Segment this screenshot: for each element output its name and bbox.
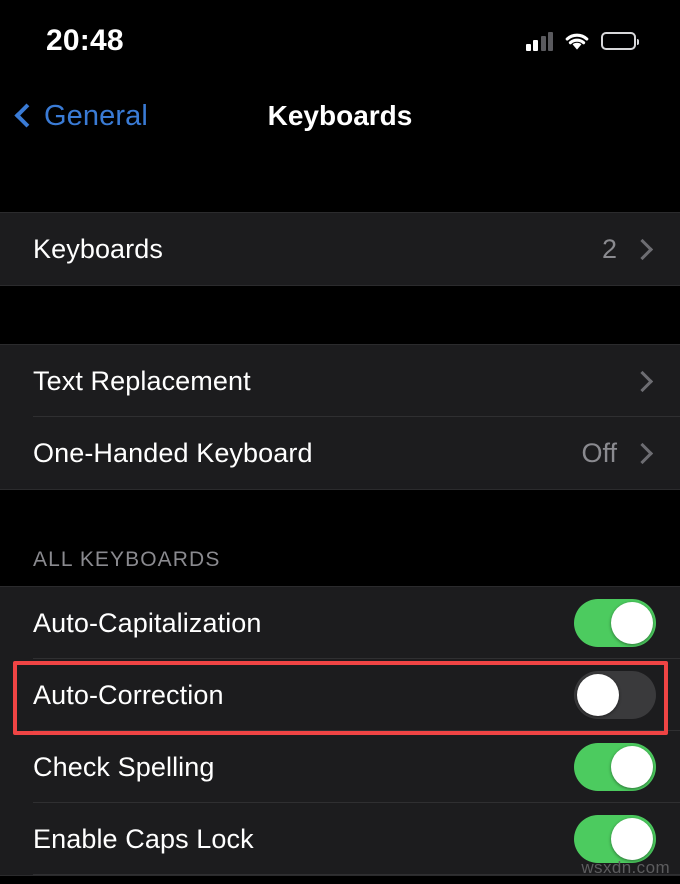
settings-group-keyboards: Keyboards 2 — [0, 212, 680, 286]
toggle-enable-caps-lock[interactable] — [574, 815, 656, 863]
chevron-right-icon — [631, 442, 654, 464]
row-label: Keyboards — [33, 233, 163, 264]
toggle-auto-capitalization[interactable] — [574, 599, 656, 647]
wifi-icon — [564, 31, 590, 51]
row-label: Check Spelling — [33, 751, 215, 782]
cellular-signal-icon — [525, 31, 553, 51]
toggle-auto-correction[interactable] — [574, 671, 656, 719]
settings-group-text: Text Replacement One-Handed Keyboard Off — [0, 344, 680, 490]
settings-row-enable-caps-lock[interactable]: Enable Caps Lock — [0, 803, 680, 875]
status-time: 20:48 — [46, 24, 124, 57]
section-header-all-keyboards: ALL KEYBOARDS — [33, 548, 221, 571]
battery-icon — [601, 32, 639, 50]
status-icons — [525, 31, 639, 51]
settings-row-one-handed-keyboard[interactable]: One-Handed Keyboard Off — [0, 417, 680, 489]
row-label: Text Replacement — [33, 365, 251, 396]
settings-row-keyboards[interactable]: Keyboards 2 — [0, 213, 680, 285]
navigation-bar: General Keyboards — [0, 82, 680, 150]
status-bar: 20:48 — [0, 0, 680, 82]
row-value: Off — [581, 437, 617, 468]
settings-row-auto-correction[interactable]: Auto-Correction — [0, 659, 680, 731]
row-label: Auto-Correction — [33, 679, 224, 710]
page-title: Keyboards — [267, 100, 413, 131]
settings-group-all-keyboards: Auto-Capitalization Auto-Correction Chec… — [0, 586, 680, 876]
row-label: Auto-Capitalization — [33, 607, 262, 638]
chevron-right-icon — [631, 238, 654, 260]
toggle-check-spelling[interactable] — [574, 743, 656, 791]
watermark: wsxdn.com — [581, 858, 670, 877]
row-label: Enable Caps Lock — [33, 823, 254, 854]
chevron-right-icon — [631, 370, 654, 392]
row-value: 2 — [601, 233, 617, 264]
settings-row-text-replacement[interactable]: Text Replacement — [0, 345, 680, 417]
settings-row-check-spelling[interactable]: Check Spelling — [0, 731, 680, 803]
row-label: One-Handed Keyboard — [33, 437, 313, 468]
settings-row-auto-capitalization[interactable]: Auto-Capitalization — [0, 587, 680, 659]
